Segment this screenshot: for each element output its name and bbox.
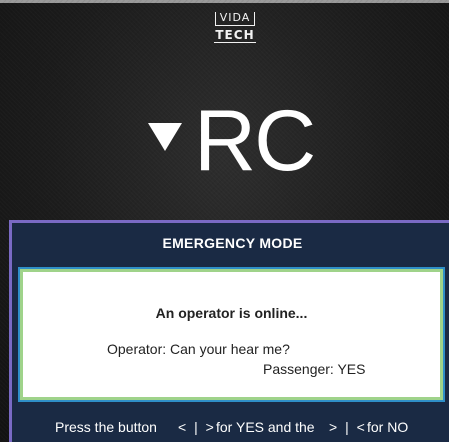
passenger-message: Passenger: YES [263,361,366,377]
message-box: An operator is online... Operator: Can y… [18,267,445,402]
instruction-no-text: for NO [367,419,409,435]
instruction-bar: Press the button < | > for YES and the >… [12,411,449,441]
drive-mode-indicator: RC [148,93,316,189]
no-button-symbol: > | < [329,419,367,435]
triangle-down-icon [148,123,182,151]
logo-bottom-text: TECH [214,28,256,43]
instruction-yes-text: for YES and the [216,419,315,435]
brand-logo: VIDA TECH [214,12,256,43]
instruction-prefix: Press the button [55,419,157,435]
top-strip [0,0,449,3]
yes-button-symbol: < | > [178,419,216,435]
logo-top-text: VIDA [215,12,255,26]
emergency-panel: EMERGENCY MODE An operator is online... … [9,220,449,442]
emergency-panel-title: EMERGENCY MODE [162,235,303,251]
operator-message: Operator: Can your hear me? [107,341,290,357]
operator-status: An operator is online... [155,305,308,321]
drive-mode-code: RC [194,93,316,189]
